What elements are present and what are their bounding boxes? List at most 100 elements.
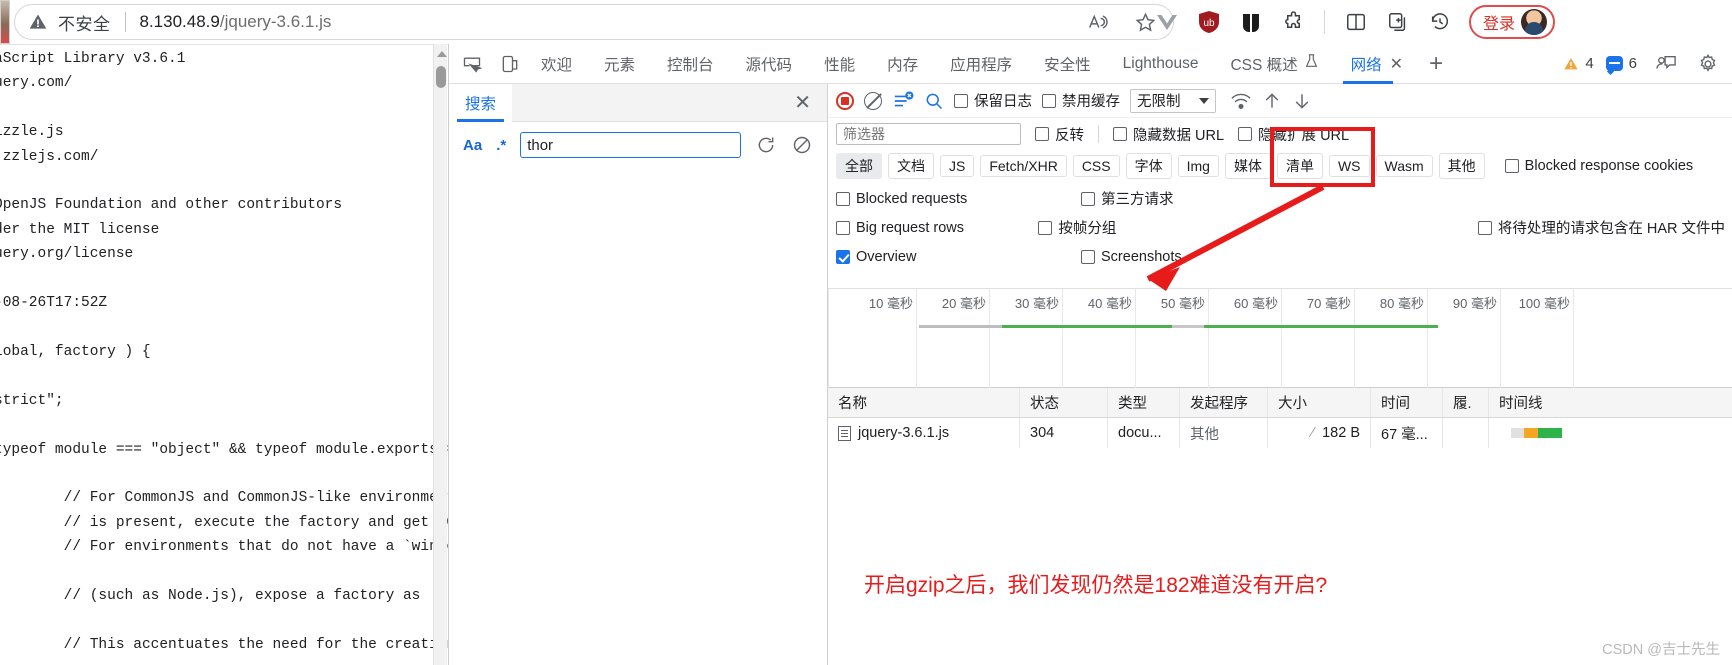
tab-elements[interactable]: 元素 xyxy=(588,44,651,84)
tab-lighthouse[interactable]: Lighthouse xyxy=(1107,44,1215,84)
column-header-status[interactable]: 状态 xyxy=(1020,388,1108,417)
device-toolbar-icon[interactable] xyxy=(495,49,525,79)
tab-css-overview[interactable]: CSS 概述 xyxy=(1214,44,1334,84)
hide-extension-urls-checkbox[interactable]: 隐藏扩展 URL xyxy=(1238,124,1349,145)
blocked-response-cookies-checkbox[interactable]: Blocked response cookies xyxy=(1504,158,1694,174)
tab-label: 欢迎 xyxy=(541,56,573,74)
column-header-waterfall[interactable]: 时间线 xyxy=(1489,388,1732,417)
read-aloud-icon[interactable] xyxy=(1082,7,1112,37)
feedback-icon[interactable] xyxy=(1651,49,1681,79)
chip-wasm[interactable]: Wasm xyxy=(1375,155,1433,177)
refresh-icon[interactable] xyxy=(755,134,777,156)
tab-performance[interactable]: 性能 xyxy=(808,44,871,84)
close-icon[interactable]: ✕ xyxy=(794,93,811,113)
vue-devtools-icon[interactable] xyxy=(1150,5,1184,39)
tab-label: 内存 xyxy=(887,56,919,74)
collections-icon[interactable] xyxy=(1381,5,1415,39)
gear-icon[interactable] xyxy=(1693,49,1723,79)
chip-media[interactable]: 媒体 xyxy=(1224,153,1271,179)
chip-css[interactable]: CSS xyxy=(1072,155,1120,177)
search-icon[interactable] xyxy=(924,91,944,111)
cell-time: 67 毫... xyxy=(1371,418,1443,448)
extension-toolbar: ub 登录 xyxy=(1150,0,1556,44)
group-by-frame-checkbox[interactable]: 按帧分组 xyxy=(1038,217,1278,238)
tab-network[interactable]: 网络 ✕ xyxy=(1335,44,1419,84)
clear-network-icon[interactable] xyxy=(864,91,882,110)
table-row[interactable]: jquery-3.6.1.js 304 docu... 其他 ⁄ 182 B 6… xyxy=(828,418,1732,448)
filter-input[interactable] xyxy=(836,123,1021,145)
screenshots-checkbox[interactable]: Screenshots xyxy=(1081,249,1371,265)
chip-other[interactable]: 其他 xyxy=(1438,153,1485,179)
split-screen-icon[interactable] xyxy=(1339,5,1373,39)
hide-data-urls-label: 隐藏数据 URL xyxy=(1133,127,1225,144)
search-tab-label: 搜索 xyxy=(465,95,497,113)
search-input[interactable] xyxy=(520,132,741,158)
tab-console[interactable]: 控制台 xyxy=(651,44,730,84)
disable-cache-checkbox[interactable]: 禁用缓存 xyxy=(1042,90,1120,111)
tab-label: Lighthouse xyxy=(1122,54,1199,72)
chip-ws[interactable]: WS xyxy=(1328,155,1370,177)
tab-security[interactable]: 安全性 xyxy=(1028,44,1107,84)
clear-icon[interactable] xyxy=(791,134,813,156)
ublock-shield-icon[interactable]: ub xyxy=(1192,5,1226,39)
network-overview[interactable]: 10 毫秒 20 毫秒 30 毫秒 40 毫秒 50 毫秒 60 毫秒 70 毫… xyxy=(828,288,1732,389)
tab-memory[interactable]: 内存 xyxy=(871,44,934,84)
column-header-initiator[interactable]: 发起程序 xyxy=(1180,388,1268,417)
chip-manifest[interactable]: 清单 xyxy=(1276,153,1323,179)
address-bar[interactable]: 不安全 8.130.48.9/jquery-3.6.1.js xyxy=(14,4,1174,40)
tab-sources[interactable]: 源代码 xyxy=(730,44,809,84)
import-har-icon[interactable] xyxy=(1262,91,1282,111)
page-scrollbar[interactable] xyxy=(433,44,447,665)
third-party-requests-checkbox[interactable]: 第三方请求 xyxy=(1081,188,1371,209)
network-conditions-icon[interactable] xyxy=(1230,91,1252,111)
hide-data-urls-checkbox[interactable]: 隐藏数据 URL xyxy=(1113,124,1224,145)
column-header-type[interactable]: 类型 xyxy=(1108,388,1180,417)
column-header-size[interactable]: 大小 xyxy=(1268,388,1371,417)
invert-checkbox[interactable]: 反转 xyxy=(1035,124,1084,145)
big-request-rows-checkbox[interactable]: Big request rows xyxy=(836,220,1038,236)
regex-toggle[interactable]: .* xyxy=(496,137,506,154)
avatar[interactable] xyxy=(1521,9,1548,35)
checkbox-box xyxy=(1477,220,1492,235)
cell-priority xyxy=(1443,418,1489,448)
scrollbar-thumb[interactable] xyxy=(436,66,446,88)
record-stop-icon[interactable] xyxy=(836,91,854,110)
chip-font[interactable]: 字体 xyxy=(1125,153,1172,179)
chip-fetch-xhr[interactable]: Fetch/XHR xyxy=(980,155,1067,177)
scroll-up-arrow[interactable] xyxy=(437,51,447,57)
options-row-1: Blocked requests 第三方请求 xyxy=(836,184,1725,213)
tab-search[interactable]: 搜索 xyxy=(449,83,513,122)
history-icon[interactable] xyxy=(1423,5,1457,39)
login-button[interactable]: 登录 xyxy=(1469,5,1556,39)
overview-checkbox[interactable]: Overview xyxy=(836,249,1081,265)
add-panel-button[interactable]: + xyxy=(1419,50,1453,78)
har-pending-checkbox[interactable]: 将待处理的请求包含在 HAR 文件中 xyxy=(1477,217,1725,238)
inspect-element-icon[interactable] xyxy=(457,49,487,79)
cell-name[interactable]: jquery-3.6.1.js xyxy=(828,418,1020,448)
chip-all[interactable]: 全部 xyxy=(836,153,882,179)
extensions-puzzle-icon[interactable] xyxy=(1276,5,1310,39)
preserve-log-checkbox[interactable]: 保留日志 xyxy=(954,90,1032,111)
warning-badge[interactable]: 4 xyxy=(1563,55,1594,72)
match-case-toggle[interactable]: Aa xyxy=(463,137,482,154)
page-content: aScript Library v3.6.1 uery.com/ izzle.j… xyxy=(0,44,448,665)
blocked-response-cookies-label: Blocked response cookies xyxy=(1524,158,1694,174)
export-har-icon[interactable] xyxy=(1292,91,1312,111)
har-label: 将待处理的请求包含在 HAR 文件中 xyxy=(1497,221,1725,237)
throttling-dropdown[interactable]: 无限制 xyxy=(1130,88,1216,113)
column-header-name[interactable]: 名称 xyxy=(828,388,1020,417)
blocked-requests-checkbox[interactable]: Blocked requests xyxy=(836,191,1081,207)
tab-welcome[interactable]: 欢迎 xyxy=(525,44,588,84)
dark-reader-icon[interactable] xyxy=(1234,5,1268,39)
chip-img[interactable]: Img xyxy=(1177,155,1219,177)
column-header-priority[interactable]: 履. xyxy=(1443,388,1489,417)
message-badge[interactable]: 6 xyxy=(1605,55,1637,72)
column-header-time[interactable]: 时间 xyxy=(1371,388,1443,417)
tab-application[interactable]: 应用程序 xyxy=(934,44,1028,84)
checkbox-box xyxy=(1042,93,1056,108)
filter-icon[interactable] xyxy=(892,90,914,111)
chip-doc[interactable]: 文档 xyxy=(888,153,934,179)
hide-extension-urls-label: 隐藏扩展 URL xyxy=(1258,127,1350,144)
chip-js[interactable]: JS xyxy=(940,155,975,177)
close-icon[interactable]: ✕ xyxy=(1390,54,1403,74)
